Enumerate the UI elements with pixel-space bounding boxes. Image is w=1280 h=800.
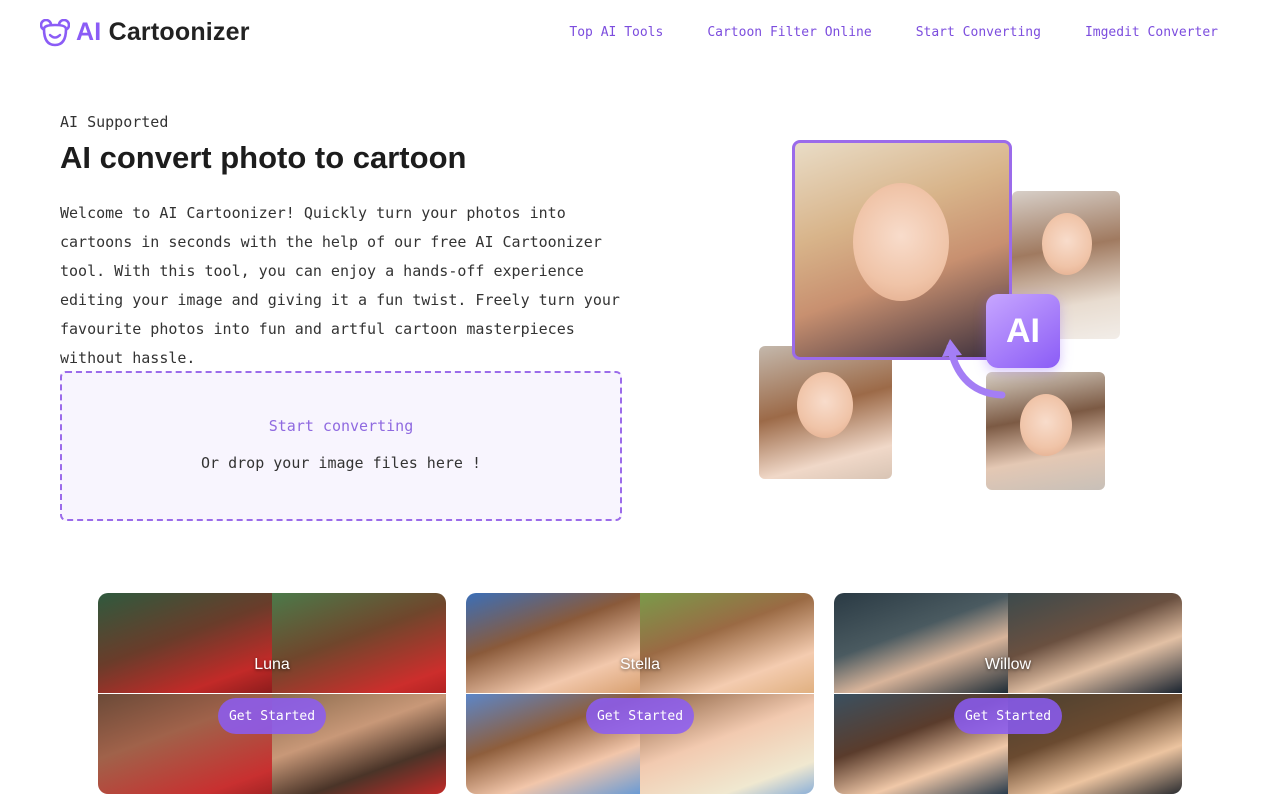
site-header: AI Cartoonizer Top AI Tools Cartoon Filt…: [0, 0, 1280, 68]
style-card-title: Willow: [984, 656, 1032, 673]
bear-icon: [39, 18, 71, 47]
nav-link-imgedit-converter[interactable]: Imgedit Converter: [1085, 25, 1218, 40]
logo[interactable]: AI Cartoonizer: [39, 18, 250, 47]
cartoon-result-image: [792, 140, 1012, 360]
nav-link-cartoon-filter-online[interactable]: Cartoon Filter Online: [707, 25, 871, 40]
start-converting-button[interactable]: Start converting: [62, 417, 620, 435]
style-card-stella[interactable]: Stella Get Started: [466, 593, 814, 794]
style-card-willow[interactable]: Willow Get Started: [834, 593, 1182, 794]
style-sample-image: [640, 593, 814, 693]
get-started-button[interactable]: Get Started: [218, 698, 326, 734]
style-card-title: Stella: [619, 656, 661, 673]
page-title: AI convert photo to cartoon: [60, 140, 467, 175]
drop-hint: Or drop your image files here !: [201, 454, 481, 472]
brand-name: AI Cartoonizer: [76, 18, 250, 46]
ai-badge: AI: [986, 294, 1060, 368]
style-cards: Luna Get Started Stella Get Started Will…: [98, 593, 1182, 794]
style-sample-image: [272, 593, 446, 693]
style-card-luna[interactable]: Luna Get Started: [98, 593, 446, 794]
nav-link-start-converting[interactable]: Start Converting: [916, 25, 1041, 40]
style-sample-image: [466, 593, 640, 693]
hero-image-collage: AI: [740, 130, 1140, 500]
get-started-button[interactable]: Get Started: [954, 698, 1062, 734]
get-started-button[interactable]: Get Started: [586, 698, 694, 734]
style-sample-image: [834, 593, 1008, 693]
style-sample-image: [1008, 593, 1182, 693]
style-card-title: Luna: [254, 656, 290, 673]
upload-dropzone[interactable]: Start converting Or drop your image file…: [60, 371, 622, 521]
top-nav: Top AI Tools Cartoon Filter Online Start…: [569, 25, 1218, 40]
nav-link-top-ai-tools[interactable]: Top AI Tools: [569, 25, 663, 40]
sample-photo-woman: [759, 346, 892, 479]
hero-eyebrow: AI Supported: [60, 113, 169, 131]
hero-description: Welcome to AI Cartoonizer! Quickly turn …: [60, 204, 620, 367]
style-sample-image: [98, 593, 272, 693]
